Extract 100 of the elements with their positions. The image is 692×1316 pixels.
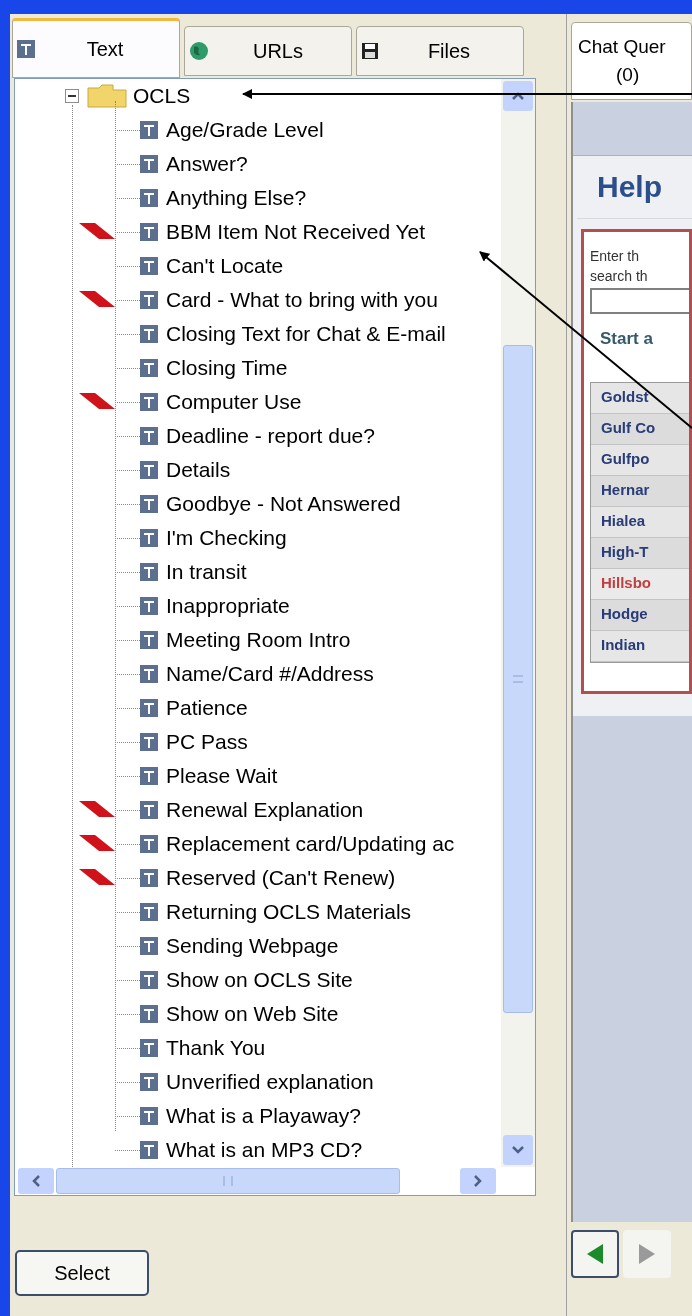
tree-item[interactable]: What is a Playaway? <box>166 1100 361 1132</box>
tree-item[interactable]: Meeting Room Intro <box>166 624 351 656</box>
tab[interactable]: URLs <box>184 26 352 76</box>
tree-item[interactable]: Deadline - report due? <box>166 420 375 452</box>
select-button[interactable]: Select <box>15 1250 149 1296</box>
page-heading: Help <box>577 164 692 219</box>
scroll-down-button[interactable] <box>503 1135 533 1165</box>
text-icon <box>140 971 158 989</box>
text-icon <box>140 1107 158 1125</box>
text-icon <box>140 325 158 343</box>
text-icon <box>140 869 158 887</box>
tree-item[interactable]: Name/Card #/Address <box>166 658 374 690</box>
tree-item[interactable]: I'm Checking <box>166 522 287 554</box>
library-link[interactable]: Hillsbo <box>591 568 689 600</box>
text-icon <box>140 359 158 377</box>
tree-item[interactable]: Details <box>166 454 231 486</box>
tab-count: (0) <box>615 63 641 87</box>
tree-item[interactable]: Answer? <box>166 148 248 180</box>
tree-item[interactable]: In transit <box>166 556 247 588</box>
text-icon <box>140 121 158 139</box>
library-link[interactable]: Hialea <box>591 506 689 538</box>
tree-item[interactable]: Anything Else? <box>166 182 307 214</box>
tree-item[interactable]: Unverified explanation <box>166 1066 374 1098</box>
globe-icon <box>189 41 209 61</box>
folder-label[interactable]: OCLS <box>133 80 191 112</box>
caret-left-icon <box>31 1174 41 1188</box>
text-icon <box>140 427 158 445</box>
tree-item[interactable]: Age/Grade Level <box>166 114 324 146</box>
tree-item[interactable]: Inappropriate <box>166 590 290 622</box>
tree-item[interactable]: Replacement card/Updating ac <box>166 828 455 860</box>
text-icon <box>140 529 158 547</box>
text-icon <box>140 767 158 785</box>
text-icon <box>140 665 158 683</box>
text-icon <box>140 223 158 241</box>
library-link[interactable]: Goldst <box>591 382 689 414</box>
text-icon <box>140 393 158 411</box>
text-icon <box>140 597 158 615</box>
library-link[interactable]: Indian <box>591 630 689 662</box>
tree-item[interactable]: Show on OCLS Site <box>166 964 353 996</box>
horizontal-scroll-thumb[interactable] <box>56 1168 400 1194</box>
tree-item[interactable]: PC Pass <box>166 726 248 758</box>
tree-item[interactable]: Can't Locate <box>166 250 284 282</box>
start-link[interactable]: Start a <box>590 326 689 352</box>
text-icon <box>140 903 158 921</box>
text-icon <box>140 1039 158 1057</box>
text-icon <box>140 937 158 955</box>
text-icon <box>140 495 158 513</box>
text-icon <box>140 1073 158 1091</box>
library-link[interactable]: Hodge <box>591 599 689 631</box>
library-link[interactable]: High-T <box>591 537 689 569</box>
tab-label: Chat Quer <box>578 35 667 59</box>
scroll-up-button[interactable] <box>503 81 533 111</box>
collapse-toggle[interactable] <box>65 89 79 103</box>
left-arrow-icon <box>585 1243 605 1265</box>
caret-down-icon <box>511 1145 525 1155</box>
instruction-text: Enter th search th <box>590 247 649 286</box>
text-icon <box>140 257 158 275</box>
vertical-scrollbar[interactable] <box>501 79 535 1167</box>
tree-item[interactable]: Returning OCLS Materials <box>166 896 412 928</box>
library-link[interactable]: Gulf Co <box>591 413 689 445</box>
tree-item[interactable]: Thank You <box>166 1032 266 1064</box>
tree-item[interactable]: Please Wait <box>166 760 278 792</box>
tree-item[interactable]: Computer Use <box>166 386 302 418</box>
text-icon <box>140 699 158 717</box>
tree-item[interactable]: Card - What to bring with you <box>166 284 438 316</box>
text-icon <box>140 563 158 581</box>
tree-item[interactable]: Goodbye - Not Answered <box>166 488 401 520</box>
tree-item[interactable]: What is an MP3 CD? <box>166 1134 363 1166</box>
text-icon <box>140 291 158 309</box>
text-icon <box>140 733 158 751</box>
scroll-thumb[interactable] <box>503 345 533 1013</box>
tree-item[interactable]: BBM Item Not Received Yet <box>166 216 426 248</box>
search-field[interactable] <box>590 288 689 314</box>
caret-right-icon <box>473 1174 483 1188</box>
library-link[interactable]: Hernar <box>591 475 689 507</box>
text-icon <box>140 189 158 207</box>
tab[interactable]: Text <box>12 18 180 78</box>
back-button[interactable] <box>571 1230 619 1278</box>
text-icon <box>140 801 158 819</box>
tree-item[interactable]: Patience <box>166 692 248 724</box>
scroll-left-button[interactable] <box>18 1168 54 1194</box>
right-arrow-icon <box>637 1243 657 1265</box>
tree-item[interactable]: Show on Web Site <box>166 998 339 1030</box>
scroll-right-button[interactable] <box>460 1168 496 1194</box>
tree-item[interactable]: Renewal Explanation <box>166 794 364 826</box>
tab[interactable]: Files <box>356 26 524 76</box>
text-icon <box>140 1005 158 1023</box>
tree-item[interactable]: Sending Webpage <box>166 930 339 962</box>
tree-item[interactable]: Closing Time <box>166 352 288 384</box>
text-icon <box>17 40 35 58</box>
text-icon <box>140 631 158 649</box>
folder-icon <box>87 84 127 108</box>
text-icon <box>140 155 158 173</box>
chat-queue-tab[interactable]: Chat Quer (0) <box>571 22 692 100</box>
text-icon <box>140 1141 158 1159</box>
tree-item[interactable]: Closing Text for Chat & E-mail <box>166 318 446 350</box>
tree-item[interactable]: Reserved (Can't Renew) <box>166 862 396 894</box>
text-icon <box>140 835 158 853</box>
library-link[interactable]: Gulfpo <box>591 444 689 476</box>
text-icon <box>140 461 158 479</box>
